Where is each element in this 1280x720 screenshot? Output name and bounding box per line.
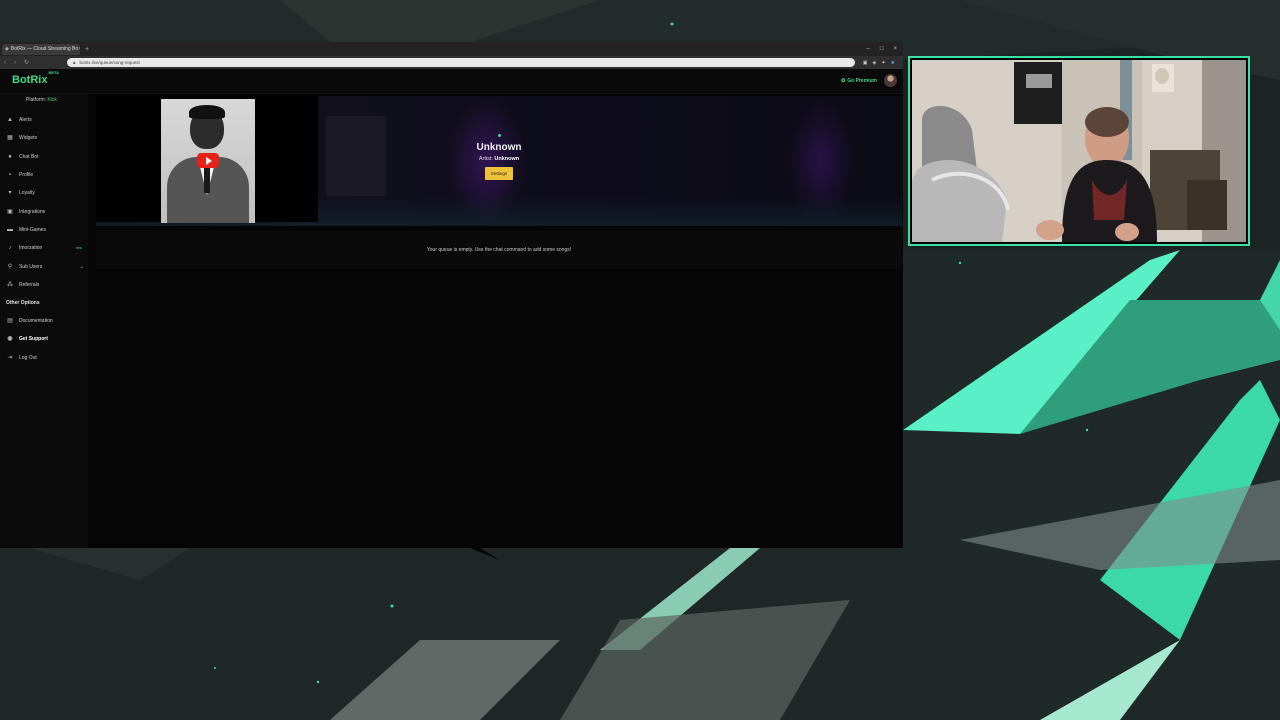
sidebar-item-log-out[interactable]: ⇥ Log Out bbox=[0, 349, 88, 367]
sidebar-item-label: Widgets bbox=[19, 135, 38, 142]
window-controls: – □ × bbox=[867, 46, 903, 52]
brand-name: BotRix bbox=[12, 74, 48, 86]
go-premium-label: Go Premium bbox=[847, 78, 877, 84]
chevron-down-icon[interactable]: ⌄ bbox=[80, 264, 84, 270]
sidebar-item-label: Alerts bbox=[19, 117, 32, 124]
webcam-overlay bbox=[908, 56, 1250, 246]
other-options-heading: Other Options bbox=[6, 299, 40, 306]
beta-badge: BETA bbox=[48, 70, 60, 76]
new-tab-icon[interactable]: + bbox=[85, 46, 89, 53]
maximize-icon[interactable]: □ bbox=[880, 46, 884, 52]
trophy-icon: ▾ bbox=[8, 190, 12, 197]
extension-icon[interactable]: ▣ bbox=[863, 60, 868, 66]
close-tab-icon[interactable]: × bbox=[78, 46, 80, 52]
puzzle-icon: ▣ bbox=[7, 208, 13, 215]
queue-empty-message: Your queue is empty. Use the chat comman… bbox=[426, 247, 572, 253]
sidebar-item-label: Referrals bbox=[19, 281, 40, 288]
forward-icon[interactable]: › bbox=[14, 60, 16, 66]
doc-icon: ▤ bbox=[7, 318, 13, 325]
extension-icons: ▣ ◈ ✦ ★ bbox=[863, 60, 899, 66]
platform-label: Platform: bbox=[26, 97, 47, 103]
url-input[interactable]: 🔒︎ botrix.live/queue/song-request bbox=[67, 58, 855, 67]
sidebar-item-loyalty[interactable]: ▾ Loyalty bbox=[0, 184, 88, 202]
users-icon: ⚲ bbox=[7, 263, 13, 270]
tab-favicon-icon: ◆ bbox=[5, 46, 9, 52]
sidebar-item-label: Loyalty bbox=[19, 190, 35, 197]
browser-window: ◆ BotRix — Cloud Streaming Bo × + – □ × … bbox=[0, 42, 903, 548]
puzzle-icon[interactable]: ✦ bbox=[881, 60, 885, 66]
sidebar-item-alerts[interactable]: ▲ Alerts bbox=[0, 111, 88, 129]
sidebar-item-referrals[interactable]: ⁂ Referrals bbox=[0, 276, 88, 294]
settings-button[interactable]: Settings bbox=[484, 167, 514, 180]
music-icon: ♪ bbox=[8, 245, 12, 252]
sidebar-item-label: Sub Users bbox=[19, 263, 43, 270]
platform-value: Kick bbox=[47, 97, 57, 103]
webcam-feed bbox=[912, 60, 1246, 242]
address-bar: ‹ › ↻ 🔒︎ botrix.live/queue/song-request … bbox=[0, 56, 903, 69]
logout-icon: ⇥ bbox=[7, 354, 13, 361]
sidebar: Platform: Kick ▲ Alerts ▦ Widgets ● Chat Bo… bbox=[0, 94, 88, 548]
back-icon[interactable]: ‹ bbox=[4, 60, 6, 66]
support-icon: ◉ bbox=[7, 336, 13, 343]
song-info: Unknown Artist: Unknown Settings bbox=[96, 134, 902, 180]
sidebar-item-chat-bot[interactable]: ● Chat Bot bbox=[0, 148, 88, 166]
sidebar-item-label: Get Support bbox=[19, 336, 48, 343]
sidebar-item-imorzation[interactable]: ♪ Imorzation new bbox=[0, 239, 88, 257]
minimize-icon[interactable]: – bbox=[867, 46, 870, 52]
sidebar-item-sub-users[interactable]: ⚲ Sub Users ⌄ bbox=[0, 257, 88, 275]
gamepad-icon: ▬ bbox=[7, 226, 13, 233]
chat-icon: ● bbox=[8, 153, 12, 160]
lock-icon: 🔒︎ bbox=[73, 60, 76, 65]
queue-panel: Your queue is empty. Use the chat comman… bbox=[96, 231, 902, 269]
sidebar-item-label: Chat Bot bbox=[19, 153, 39, 160]
song-title: Unknown bbox=[476, 142, 522, 153]
new-badge: new bbox=[75, 246, 82, 251]
go-premium-link[interactable]: ✪ Go Premium bbox=[841, 78, 877, 84]
sidebar-nav: ▲ Alerts ▦ Widgets ● Chat Bot ▪ Profile ▾ Loy… bbox=[0, 111, 88, 367]
browser-tab[interactable]: ◆ BotRix — Cloud Streaming Bo × bbox=[2, 43, 80, 55]
status-dot bbox=[497, 134, 501, 137]
app-header: BotRixBETA ✪ Go Premium bbox=[0, 69, 903, 94]
artist-line: Artist: Unknown bbox=[96, 156, 902, 162]
sidebar-item-label: Documentation bbox=[19, 318, 53, 325]
sidebar-item-label: Profile bbox=[19, 172, 34, 179]
now-playing-card: Unknown Artist: Unknown Settings bbox=[96, 96, 902, 226]
sidebar-item-profile[interactable]: ▪ Profile bbox=[0, 166, 88, 184]
people-icon: ⁂ bbox=[7, 281, 13, 288]
sidebar-item-integrations[interactable]: ▣ Integrations bbox=[0, 202, 88, 220]
sidebar-item-mini-games[interactable]: ▬ Mini-Games bbox=[0, 221, 88, 239]
sidebar-item-widgets[interactable]: ▦ Widgets bbox=[0, 129, 88, 147]
artist-value: Unknown bbox=[494, 156, 520, 162]
artist-label: Artist: bbox=[478, 156, 493, 162]
sidebar-item-get-support[interactable]: ◉ Get Support bbox=[0, 330, 88, 348]
sidebar-item-label: Log Out bbox=[19, 354, 37, 361]
close-window-icon[interactable]: × bbox=[893, 46, 897, 52]
grid-icon: ▦ bbox=[7, 135, 13, 142]
reload-icon[interactable]: ↻ bbox=[24, 59, 29, 66]
bell-icon: ▲ bbox=[7, 117, 13, 124]
sidebar-item-documentation[interactable]: ▤ Documentation bbox=[0, 312, 88, 330]
tab-title: BotRix — Cloud Streaming Bo bbox=[10, 46, 79, 52]
main-content: Unknown Artist: Unknown Settings Your qu… bbox=[88, 94, 903, 548]
tab-bar: ◆ BotRix — Cloud Streaming Bo × + – □ × bbox=[0, 42, 903, 56]
star-icon: ✪ bbox=[841, 78, 846, 84]
brand-logo[interactable]: BotRixBETA bbox=[12, 70, 59, 86]
sidebar-item-label: Mini-Games bbox=[19, 226, 46, 233]
thumbnail-hair bbox=[189, 105, 225, 119]
platform-indicator: Platform: Kick bbox=[26, 97, 57, 103]
url-text: botrix.live/queue/song-request bbox=[79, 60, 140, 65]
bookmark-star-icon[interactable]: ★ bbox=[891, 60, 895, 66]
sidebar-item-label: Integrations bbox=[19, 208, 46, 215]
sidebar-item-label: Imorzation bbox=[19, 245, 43, 252]
user-icon: ▪ bbox=[8, 172, 12, 179]
avatar[interactable] bbox=[884, 74, 897, 87]
extension-icon[interactable]: ◈ bbox=[872, 60, 876, 66]
